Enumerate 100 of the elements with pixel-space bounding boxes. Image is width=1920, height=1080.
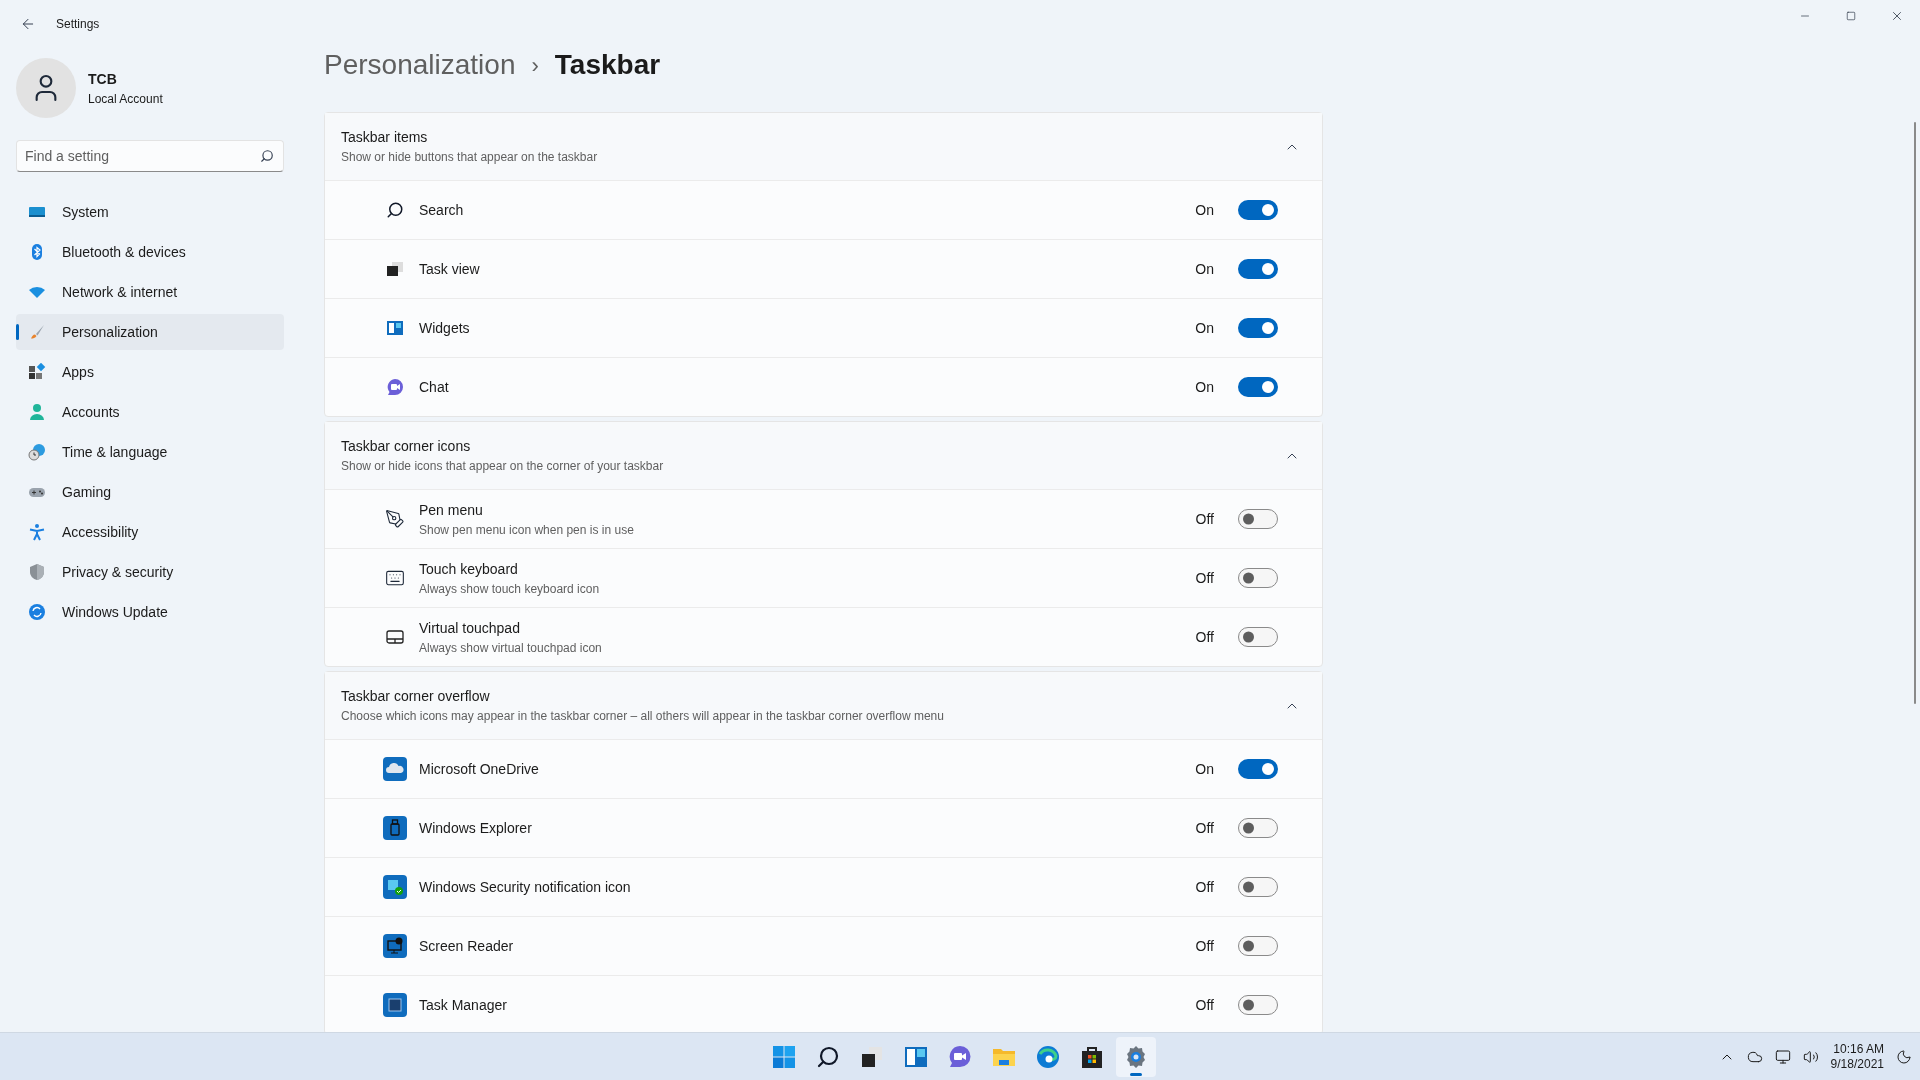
section-description: Show or hide buttons that appear on the taskbar [341, 149, 599, 166]
clock[interactable]: 10:16 AM 9/18/2021 [1830, 1041, 1884, 1072]
scrollbar[interactable] [1914, 122, 1916, 704]
search-icon [386, 201, 404, 219]
section-title: Taskbar items [341, 128, 429, 147]
toggle-state-label: On [1195, 318, 1214, 338]
setting-description: Always show touch keyboard icon [419, 580, 601, 598]
setting-label: Windows Security notification icon [419, 877, 632, 897]
breadcrumb-separator: › [531, 51, 539, 80]
toggle-switch[interactable] [1238, 200, 1278, 220]
browser-icon [1036, 1044, 1060, 1069]
setting-label: Task Manager [419, 995, 508, 1015]
section-description: Choose which icons may appear in the taskbar corner – all others will appear in the taskbar corner overflow menu [341, 708, 945, 725]
keyboard-icon [385, 568, 405, 588]
window-title: Settings [56, 16, 100, 33]
setting-label: Widgets [419, 318, 471, 338]
toggle-switch[interactable] [1238, 995, 1278, 1015]
section-title: Taskbar corner overflow [341, 687, 491, 706]
restore-icon[interactable] [1846, 11, 1856, 21]
windows-logo-icon [772, 1044, 796, 1069]
toggle-switch[interactable] [1238, 318, 1278, 338]
widgets-icon [385, 318, 405, 338]
cloud-icon [383, 757, 407, 781]
section-title: Taskbar corner icons [341, 437, 472, 456]
setting-description: Always show virtual touchpad icon [419, 639, 603, 657]
speaker-icon[interactable] [1802, 1048, 1819, 1065]
toggle-state-label: On [1195, 377, 1214, 397]
toggle-state-label: Off [1195, 818, 1214, 838]
monitor-icon[interactable] [1774, 1048, 1791, 1065]
toggle-switch[interactable] [1238, 936, 1278, 956]
toggle-state-label: Off [1195, 877, 1214, 897]
refresh-icon [28, 603, 46, 621]
sidebar-item[interactable]: Network & internet [16, 274, 284, 310]
accessibility-icon [28, 523, 46, 541]
search-icon [816, 1044, 840, 1069]
toggle-switch[interactable] [1238, 627, 1278, 647]
store-bag-icon [1080, 1044, 1104, 1069]
sidebar-item[interactable]: Time & language [16, 434, 284, 470]
usb-drive-icon [383, 816, 407, 840]
close-icon[interactable] [1890, 9, 1904, 23]
sidebar-item[interactable]: Bluetooth & devices [16, 234, 284, 270]
toggle-switch[interactable] [1238, 377, 1278, 397]
sidebar-item[interactable]: Gaming [16, 474, 284, 510]
toggle-state-label: Off [1195, 936, 1214, 956]
chat-icon [948, 1044, 972, 1069]
task-view-icon [385, 259, 405, 279]
page-title: Taskbar [554, 48, 661, 82]
toggle-state-label: On [1195, 759, 1214, 779]
search-field[interactable]: Find a setting [16, 140, 284, 172]
monitor-speech-icon [383, 934, 407, 958]
person-icon [28, 403, 46, 421]
sidebar-item[interactable]: Accounts [16, 394, 284, 430]
toggle-switch[interactable] [1238, 759, 1278, 779]
shield-icon [28, 563, 46, 581]
search-icon [260, 149, 274, 163]
gear-icon [1124, 1044, 1148, 1069]
widgets-icon [904, 1044, 928, 1069]
toggle-state-label: Off [1195, 568, 1214, 588]
sidebar-item[interactable]: Privacy & security [16, 554, 284, 590]
sidebar-item[interactable]: Windows Update [16, 594, 284, 630]
toggle-state-label: On [1195, 200, 1214, 220]
setting-label: Windows Explorer [419, 818, 533, 838]
toggle-switch[interactable] [1238, 818, 1278, 838]
pen-icon [385, 509, 405, 529]
grid-window-icon [383, 993, 407, 1017]
setting-label: Search [419, 200, 465, 220]
section-header[interactable]: Taskbar corner icons Show or hide icons that appear on the corner of your taskbar [325, 422, 1322, 489]
setting-label: Touch keyboard [419, 559, 519, 579]
setting-label: Pen menu [419, 500, 484, 520]
touchpad-icon [385, 627, 405, 647]
section-description: Show or hide icons that appear on the corner of your taskbar [341, 458, 665, 475]
task-view-icon [860, 1044, 884, 1069]
moon-icon[interactable] [1896, 1048, 1912, 1065]
sidebar-item[interactable]: Accessibility [16, 514, 284, 550]
setting-label: Chat [419, 377, 450, 397]
section-header[interactable]: Taskbar items Show or hide buttons that appear on the taskbar [325, 113, 1322, 180]
setting-label: Task view [419, 259, 481, 279]
sidebar-item[interactable]: Apps [16, 354, 284, 390]
globe-clock-icon [28, 443, 46, 461]
account-type: Local Account [88, 90, 163, 108]
sidebar-item[interactable]: Personalization [16, 314, 284, 350]
sidebar-item[interactable]: System [16, 194, 284, 230]
toggle-switch[interactable] [1238, 877, 1278, 897]
apps-icon [28, 363, 46, 381]
toggle-switch[interactable] [1238, 568, 1278, 588]
setting-label: Microsoft OneDrive [419, 759, 540, 779]
toggle-state-label: Off [1195, 995, 1214, 1015]
toggle-state-label: Off [1195, 509, 1214, 529]
shield-check-icon [383, 875, 407, 899]
breadcrumb-parent[interactable]: Personalization [324, 44, 516, 86]
chat-icon [385, 377, 405, 397]
setting-label: Virtual touchpad [419, 618, 521, 638]
toggle-switch[interactable] [1238, 259, 1278, 279]
toggle-state-label: On [1195, 259, 1214, 279]
setting-label: Screen Reader [419, 936, 515, 956]
toggle-state-label: Off [1195, 627, 1214, 647]
setting-description: Show pen menu icon when pen is in use [419, 521, 635, 539]
toggle-switch[interactable] [1238, 509, 1278, 529]
section-header[interactable]: Taskbar corner overflow Choose which icons may appear in the taskbar corner – all others will appear in the taskbar corner overflow menu [325, 672, 1322, 739]
account-name: TCB [88, 69, 118, 89]
